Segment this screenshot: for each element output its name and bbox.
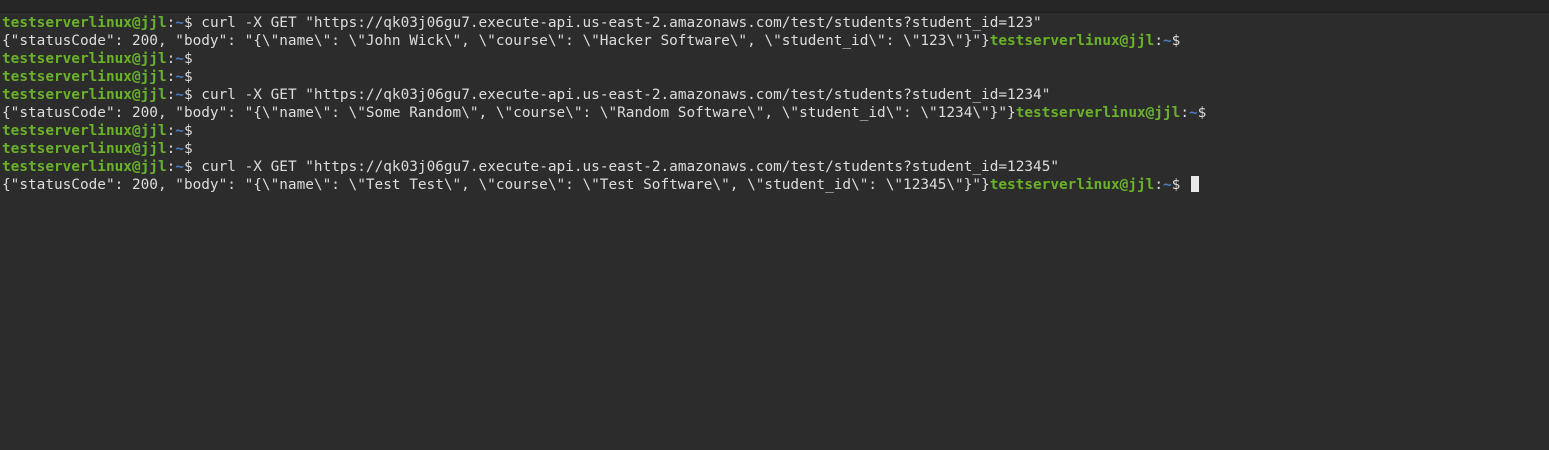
prompt-user-host: testserverlinux@jjl: [2, 159, 167, 175]
output-line: {"statusCode": 200, "body": "{\"name\": …: [2, 176, 1206, 194]
prompt-line: testserverlinux@jjl:~$ curl -X GET "http…: [2, 158, 1206, 176]
prompt-symbol: $: [1171, 177, 1181, 193]
output-text: {"statusCode": 200, "body": "{\"name\": …: [2, 105, 1016, 121]
prompt-path: ~: [175, 123, 184, 139]
prompt-user-host: testserverlinux@jjl: [2, 141, 167, 157]
prompt-path: ~: [175, 69, 184, 85]
prompt-path: ~: [175, 141, 184, 157]
prompt-path: ~: [175, 15, 184, 31]
prompt-separator: :: [166, 141, 176, 157]
prompt-path: ~: [1162, 177, 1172, 193]
prompt-symbol: $: [183, 87, 193, 103]
prompt-path: ~: [175, 159, 184, 175]
prompt-symbol: $: [183, 15, 193, 31]
prompt-path: ~: [1162, 33, 1172, 49]
prompt-separator: :: [166, 15, 176, 31]
terminal-window[interactable]: testserverlinux@jjl:~$ curl -X GET "http…: [0, 0, 1549, 450]
prompt-user-host: testserverlinux@jjl: [2, 87, 167, 103]
command-text: curl -X GET "https://qk03j06gu7.execute-…: [192, 159, 1060, 175]
prompt-path: ~: [175, 51, 184, 67]
prompt-path: ~: [175, 87, 184, 103]
output-text: {"statusCode": 200, "body": "{\"name\": …: [2, 33, 990, 49]
prompt-separator: :: [166, 87, 176, 103]
prompt-symbol: $: [183, 141, 193, 157]
prompt-user-host: testserverlinux@jjl: [1015, 105, 1181, 121]
terminal-header-edge: [0, 0, 1549, 13]
output-line: {"statusCode": 200, "body": "{\"name\": …: [2, 104, 1206, 122]
terminal-output[interactable]: testserverlinux@jjl:~$ curl -X GET "http…: [2, 14, 1206, 194]
prompt-separator: :: [166, 159, 176, 175]
prompt-separator: :: [166, 123, 176, 139]
prompt-user-host: testserverlinux@jjl: [989, 33, 1155, 49]
prompt-user-host: testserverlinux@jjl: [2, 123, 167, 139]
prompt-symbol: $: [183, 123, 193, 139]
command-text: curl -X GET "https://qk03j06gu7.execute-…: [192, 87, 1051, 103]
prompt-user-host: testserverlinux@jjl: [989, 177, 1155, 193]
prompt-symbol: $: [1171, 33, 1181, 49]
command-text: curl -X GET "https://qk03j06gu7.execute-…: [192, 15, 1042, 31]
prompt-user-host: testserverlinux@jjl: [2, 15, 167, 31]
prompt-symbol: $: [1197, 105, 1207, 121]
prompt-symbol: $: [183, 51, 193, 67]
prompt-line: testserverlinux@jjl:~$: [2, 68, 1206, 86]
prompt-line: testserverlinux@jjl:~$: [2, 122, 1206, 140]
prompt-line: testserverlinux@jjl:~$ curl -X GET "http…: [2, 14, 1206, 32]
prompt-separator: :: [1180, 105, 1189, 121]
prompt-line: testserverlinux@jjl:~$ curl -X GET "http…: [2, 86, 1206, 104]
prompt-user-host: testserverlinux@jjl: [2, 51, 167, 67]
prompt-symbol: $: [183, 159, 193, 175]
prompt-separator: :: [166, 69, 176, 85]
output-text: {"statusCode": 200, "body": "{\"name\": …: [2, 177, 990, 193]
prompt-user-host: testserverlinux@jjl: [2, 69, 167, 85]
prompt-separator: :: [166, 51, 176, 67]
prompt-symbol: $: [183, 69, 193, 85]
prompt-separator: :: [1154, 177, 1163, 193]
text-cursor: [1191, 176, 1199, 192]
prompt-separator: :: [1154, 33, 1163, 49]
prompt-path: ~: [1188, 105, 1198, 121]
output-line: {"statusCode": 200, "body": "{\"name\": …: [2, 32, 1206, 50]
prompt-line: testserverlinux@jjl:~$: [2, 140, 1206, 158]
prompt-line: testserverlinux@jjl:~$: [2, 50, 1206, 68]
